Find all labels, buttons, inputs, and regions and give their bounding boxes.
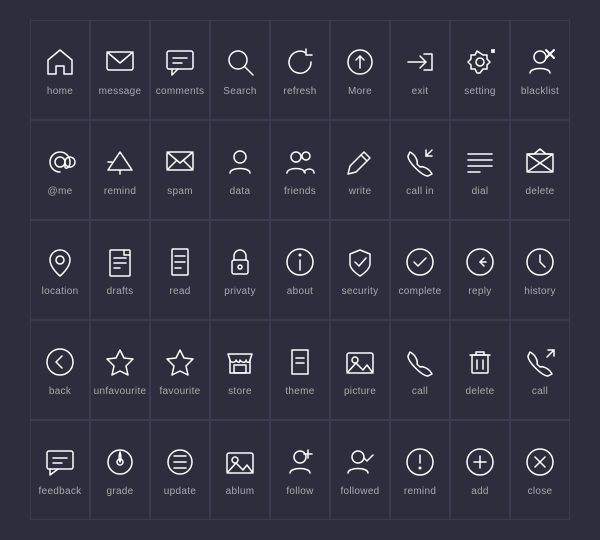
- location-icon[interactable]: location: [30, 220, 90, 320]
- picture-icon[interactable]: picture: [330, 320, 390, 420]
- complete-icon[interactable]: complete: [390, 220, 450, 320]
- more-icon[interactable]: More: [330, 20, 390, 120]
- data-icon[interactable]: data: [210, 120, 270, 220]
- drafts-icon[interactable]: drafts: [90, 220, 150, 320]
- spam-icon[interactable]: spam: [150, 120, 210, 220]
- icon-grid: home message comments Search refresh Mor…: [20, 10, 580, 530]
- close-icon[interactable]: close: [510, 420, 570, 520]
- add-icon[interactable]: add: [450, 420, 510, 520]
- feedback-icon[interactable]: feedback: [30, 420, 90, 520]
- message-icon[interactable]: message: [90, 20, 150, 120]
- history-icon[interactable]: history: [510, 220, 570, 320]
- blacklist-icon[interactable]: blacklist: [510, 20, 570, 120]
- write-icon[interactable]: write: [330, 120, 390, 220]
- atme-icon[interactable]: @me: [30, 120, 90, 220]
- trash-icon[interactable]: delete: [450, 320, 510, 420]
- followed-icon[interactable]: followed: [330, 420, 390, 520]
- remind2-icon[interactable]: remind: [390, 420, 450, 520]
- friends-icon[interactable]: friends: [270, 120, 330, 220]
- theme-icon[interactable]: theme: [270, 320, 330, 420]
- unfavourite-icon[interactable]: unfavourite: [90, 320, 150, 420]
- exit-icon[interactable]: exit: [390, 20, 450, 120]
- home-icon[interactable]: home: [30, 20, 90, 120]
- call2-icon[interactable]: call: [510, 320, 570, 420]
- callin-icon[interactable]: call in: [390, 120, 450, 220]
- call-icon[interactable]: call: [390, 320, 450, 420]
- favourite-icon[interactable]: favourite: [150, 320, 210, 420]
- store-icon[interactable]: store: [210, 320, 270, 420]
- setting-icon[interactable]: setting: [450, 20, 510, 120]
- privacy-icon[interactable]: privaty: [210, 220, 270, 320]
- dial-icon[interactable]: dial: [450, 120, 510, 220]
- reply-icon[interactable]: reply: [450, 220, 510, 320]
- read-icon[interactable]: read: [150, 220, 210, 320]
- grade-icon[interactable]: grade: [90, 420, 150, 520]
- security-icon[interactable]: security: [330, 220, 390, 320]
- update-icon[interactable]: update: [150, 420, 210, 520]
- ablum-icon[interactable]: ablum: [210, 420, 270, 520]
- about-icon[interactable]: about: [270, 220, 330, 320]
- refresh-icon[interactable]: refresh: [270, 20, 330, 120]
- remind-icon[interactable]: remind: [90, 120, 150, 220]
- delete-icon[interactable]: delete: [510, 120, 570, 220]
- back-icon[interactable]: back: [30, 320, 90, 420]
- search-icon[interactable]: Search: [210, 20, 270, 120]
- comments-icon[interactable]: comments: [150, 20, 210, 120]
- follow-icon[interactable]: follow: [270, 420, 330, 520]
